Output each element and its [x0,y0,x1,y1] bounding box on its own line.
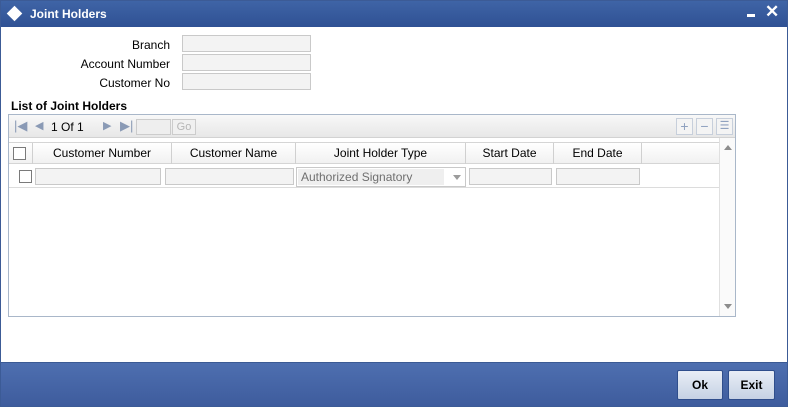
table-row: Authorized Signatory [9,165,719,188]
single-view-icon[interactable]: ☰ [716,118,733,135]
grid-header: Customer Number Customer Name Joint Hold… [9,142,719,164]
account-number-field[interactable] [182,54,311,71]
select-all-checkbox[interactable] [13,147,26,160]
minimize-icon[interactable] [747,14,755,17]
go-button[interactable]: Go [172,119,196,135]
branch-field[interactable] [182,35,311,52]
diamond-icon [6,5,23,22]
of-label: Of [61,120,74,134]
vertical-scrollbar[interactable] [719,138,735,316]
col-customer-number[interactable]: Customer Number [33,143,172,164]
scroll-up-icon[interactable] [724,145,732,150]
window-title: Joint Holders [30,7,107,21]
col-start-date[interactable]: Start Date [466,143,554,164]
first-page-icon[interactable]: |◀ [14,118,27,134]
exit-button[interactable]: Exit [728,370,775,400]
customer-number-input[interactable] [35,168,161,185]
joint-holders-grid: |◀ ◀ 1 Of 1 ▶ ▶| Go + − ☰ Customer Numbe… [8,114,736,317]
end-date-input[interactable] [556,168,640,185]
list-title: List of Joint Holders [11,99,128,113]
footer-bar: Ok Exit [1,363,787,406]
customer-no-field[interactable] [182,73,311,90]
col-joint-holder-type[interactable]: Joint Holder Type [296,143,466,164]
scroll-down-icon[interactable] [724,304,732,309]
title-bar: Joint Holders ✕ [1,1,787,27]
customer-name-input[interactable] [165,168,294,185]
col-end-date[interactable]: End Date [554,143,642,164]
branch-label: Branch [131,38,170,52]
start-date-input[interactable] [469,168,552,185]
prev-page-icon[interactable]: ◀ [35,119,43,132]
grid-toolbar: |◀ ◀ 1 Of 1 ▶ ▶| Go + − ☰ [9,115,735,138]
ok-button[interactable]: Ok [677,370,723,400]
account-number-label: Account Number [80,57,170,71]
page-number-input[interactable] [136,119,171,135]
col-customer-name[interactable]: Customer Name [172,143,296,164]
chevron-down-icon [453,175,461,180]
add-row-icon[interactable]: + [676,118,693,135]
joint-holder-type-select[interactable]: Authorized Signatory [296,167,466,187]
select-all-cell [9,143,33,164]
joint-holder-type-value: Authorized Signatory [298,169,444,185]
joint-holders-window: Joint Holders ✕ Branch Account Number Cu… [0,0,788,407]
row-checkbox[interactable] [19,170,32,183]
last-page-icon[interactable]: ▶| [120,118,133,134]
customer-no-label: Customer No [99,76,170,90]
close-icon[interactable]: ✕ [765,3,779,20]
current-page: 1 [51,120,58,134]
delete-row-icon[interactable]: − [696,118,713,135]
next-page-icon[interactable]: ▶ [103,119,111,132]
page-indicator: 1 Of 1 [51,120,84,134]
total-pages: 1 [77,120,84,134]
